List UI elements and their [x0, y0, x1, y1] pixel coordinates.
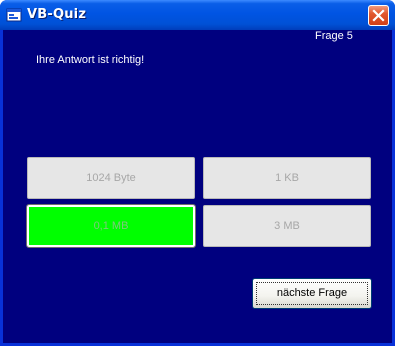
window-title: VB-Quiz — [27, 7, 87, 22]
close-icon — [372, 9, 385, 22]
question-counter: Frage 5 — [315, 30, 353, 42]
next-question-label: nächste Frage — [276, 287, 348, 299]
close-button[interactable] — [368, 5, 389, 26]
quiz-window: VB-Quiz Frage 5 Ihre Antwort ist richtig… — [0, 0, 395, 346]
form-client-area: Frage 5 Ihre Antwort ist richtig! 1024 B… — [3, 30, 392, 343]
title-bar[interactable]: VB-Quiz — [0, 0, 395, 30]
answer-button-3[interactable]: 0,1 MB — [26, 204, 196, 248]
answer-button-2[interactable]: 1 KB — [203, 157, 371, 199]
feedback-label: Ihre Antwort ist richtig! — [36, 54, 145, 66]
vb-form-icon[interactable] — [6, 7, 22, 23]
answer-button-1[interactable]: 1024 Byte — [27, 157, 195, 199]
next-question-button[interactable]: nächste Frage — [252, 278, 372, 309]
answer-button-4[interactable]: 3 MB — [203, 205, 371, 247]
